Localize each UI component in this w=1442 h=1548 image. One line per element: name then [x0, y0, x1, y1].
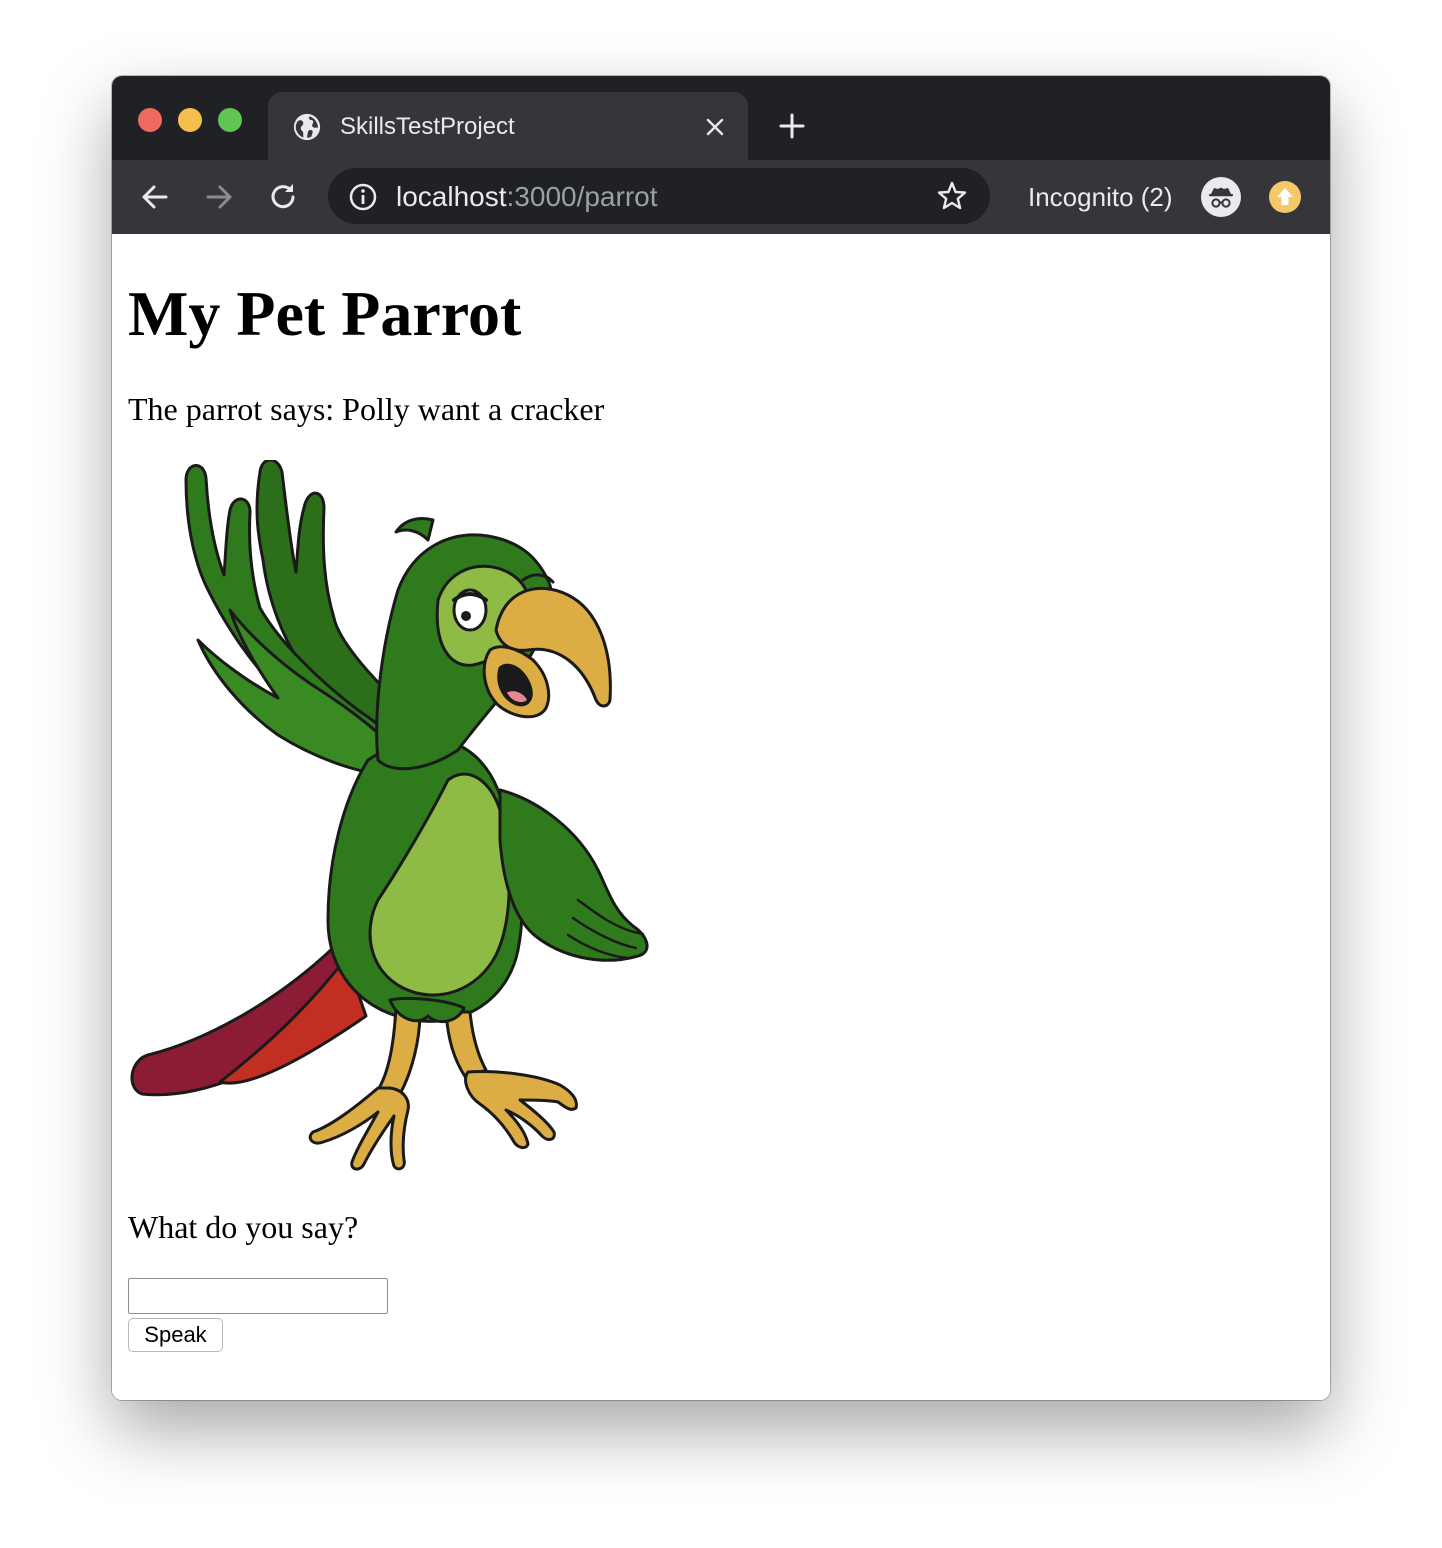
url-text: localhost:3000/parrot [396, 181, 658, 213]
close-icon[interactable] [704, 116, 726, 138]
speak-input[interactable] [128, 1278, 388, 1314]
tab-strip: SkillsTestProject [112, 76, 1330, 160]
prompt-text: What do you say? [128, 1209, 359, 1245]
forward-arrow-icon[interactable] [202, 180, 236, 214]
globe-icon [293, 113, 321, 141]
back-arrow-icon[interactable] [138, 180, 172, 214]
star-icon[interactable] [936, 180, 968, 212]
tab-title: SkillsTestProject [340, 113, 515, 140]
incognito-icon[interactable] [1200, 176, 1242, 218]
page-content: My Pet Parrot The parrot says: Polly wan… [112, 234, 1330, 1400]
address-bar[interactable]: localhost:3000/parrot [328, 168, 990, 224]
url-path: :3000/parrot [506, 181, 658, 212]
browser-window: SkillsTestProject localhost:3000/parrot … [112, 76, 1330, 1400]
speak-button[interactable]: Speak [128, 1318, 223, 1352]
reload-icon[interactable] [266, 180, 300, 214]
incognito-label[interactable]: Incognito (2) [1028, 181, 1173, 213]
minimize-window-button[interactable] [178, 108, 202, 132]
parrot-says-text: The parrot says: Polly want a cracker [128, 391, 605, 427]
tab-skillstestproject[interactable]: SkillsTestProject [268, 92, 748, 160]
parrot-illustration [130, 460, 649, 1171]
close-window-button[interactable] [138, 108, 162, 132]
zoom-window-button[interactable] [218, 108, 242, 132]
browser-toolbar: localhost:3000/parrot Incognito (2) [112, 160, 1330, 234]
page-title: My Pet Parrot [128, 278, 522, 349]
update-icon[interactable] [1268, 180, 1302, 214]
info-icon[interactable] [348, 182, 378, 212]
plus-icon[interactable] [778, 112, 806, 140]
url-host: localhost [396, 181, 507, 212]
